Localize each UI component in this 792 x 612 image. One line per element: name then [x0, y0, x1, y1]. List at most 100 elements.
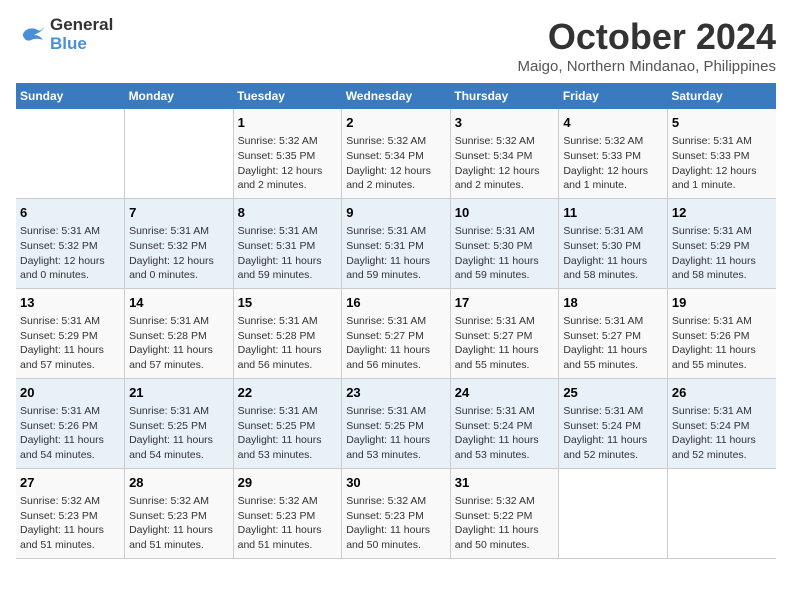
day-number: 13: [20, 294, 120, 312]
day-info: Sunrise: 5:31 AMSunset: 5:28 PMDaylight:…: [129, 314, 229, 373]
day-info: Sunrise: 5:31 AMSunset: 5:24 PMDaylight:…: [455, 404, 555, 463]
day-info: Sunrise: 5:31 AMSunset: 5:24 PMDaylight:…: [563, 404, 663, 463]
weekday-header: Monday: [125, 83, 234, 109]
weekday-header: Saturday: [667, 83, 776, 109]
month-title: October 2024: [518, 16, 776, 58]
day-number: 29: [238, 474, 338, 492]
day-info: Sunrise: 5:32 AMSunset: 5:23 PMDaylight:…: [238, 494, 338, 553]
calendar-cell: [667, 468, 776, 558]
calendar-cell: 5 Sunrise: 5:31 AMSunset: 5:33 PMDaylight…: [667, 109, 776, 198]
calendar-week-row: 1Sunrise: 5:32 AMSunset: 5:35 PMDaylight…: [16, 109, 776, 198]
calendar-cell: [16, 109, 125, 198]
day-info: Sunrise: 5:31 AMSunset: 5:32 PMDaylight:…: [129, 224, 229, 283]
day-number: 16: [346, 294, 446, 312]
day-info: Sunrise: 5:32 AMSunset: 5:22 PMDaylight:…: [455, 494, 555, 553]
calendar-week-row: 20 Sunrise: 5:31 AMSunset: 5:26 PMDayligh…: [16, 378, 776, 468]
calendar-cell: 14Sunrise: 5:31 AMSunset: 5:28 PMDayligh…: [125, 288, 234, 378]
weekday-header: Friday: [559, 83, 668, 109]
day-info: Sunrise: 5:32 AMSunset: 5:23 PMDaylight:…: [346, 494, 446, 553]
logo-bird-icon: [16, 20, 46, 50]
day-number: 30: [346, 474, 446, 492]
day-info: Sunrise: 5:31 AMSunset: 5:33 PMDaylight:…: [672, 134, 772, 193]
calendar-cell: 23Sunrise: 5:31 AMSunset: 5:25 PMDayligh…: [342, 378, 451, 468]
calendar-cell: 21 Sunrise: 5:31 AMSunset: 5:25 PMDayligh…: [125, 378, 234, 468]
day-number: 3: [455, 114, 555, 132]
day-info: Sunrise: 5:31 AMSunset: 5:25 PMDaylight:…: [238, 404, 338, 463]
day-number: 27: [20, 474, 120, 492]
day-number: 6: [20, 204, 120, 222]
day-number: 24: [455, 384, 555, 402]
calendar-cell: 8Sunrise: 5:31 AMSunset: 5:31 PMDaylight…: [233, 198, 342, 288]
day-number: 21: [129, 384, 229, 402]
day-info: Sunrise: 5:31 AMSunset: 5:25 PMDaylight:…: [129, 404, 229, 463]
day-number: 22: [238, 384, 338, 402]
weekday-header: Wednesday: [342, 83, 451, 109]
day-info: Sunrise: 5:32 AMSunset: 5:23 PMDaylight:…: [129, 494, 229, 553]
day-number: 20: [20, 384, 120, 402]
day-info: Sunrise: 5:31 AMSunset: 5:26 PMDaylight:…: [672, 314, 772, 373]
calendar-cell: 1Sunrise: 5:32 AMSunset: 5:35 PMDaylight…: [233, 109, 342, 198]
weekday-header: Sunday: [16, 83, 125, 109]
day-info: Sunrise: 5:31 AMSunset: 5:27 PMDaylight:…: [563, 314, 663, 373]
calendar-cell: 24 Sunrise: 5:31 AMSunset: 5:24 PMDayligh…: [450, 378, 559, 468]
day-number: 2: [346, 114, 446, 132]
title-block: October 2024 Maigo, Northern Mindanao, P…: [518, 16, 776, 75]
day-info: Sunrise: 5:31 AMSunset: 5:25 PMDaylight:…: [346, 404, 446, 463]
calendar-cell: 25 Sunrise: 5:31 AMSunset: 5:24 PMDayligh…: [559, 378, 668, 468]
day-info: Sunrise: 5:32 AMSunset: 5:34 PMDaylight:…: [455, 134, 555, 193]
calendar-cell: 15Sunrise: 5:31 AMSunset: 5:28 PMDayligh…: [233, 288, 342, 378]
day-info: Sunrise: 5:31 AMSunset: 5:30 PMDaylight:…: [455, 224, 555, 283]
day-info: Sunrise: 5:31 AMSunset: 5:32 PMDaylight:…: [20, 224, 120, 283]
weekday-header: Tuesday: [233, 83, 342, 109]
logo-general: General: [50, 16, 113, 35]
calendar-cell: 22 Sunrise: 5:31 AMSunset: 5:25 PMDayligh…: [233, 378, 342, 468]
calendar-cell: 28 Sunrise: 5:32 AMSunset: 5:23 PMDayligh…: [125, 468, 234, 558]
day-number: 18: [563, 294, 663, 312]
day-info: Sunrise: 5:31 AMSunset: 5:27 PMDaylight:…: [346, 314, 446, 373]
day-number: 10: [455, 204, 555, 222]
calendar-cell: 12Sunrise: 5:31 AMSunset: 5:29 PMDayligh…: [667, 198, 776, 288]
day-number: 7: [129, 204, 229, 222]
calendar-week-row: 6 Sunrise: 5:31 AMSunset: 5:32 PMDaylight…: [16, 198, 776, 288]
calendar-cell: 6 Sunrise: 5:31 AMSunset: 5:32 PMDaylight…: [16, 198, 125, 288]
day-info: Sunrise: 5:31 AMSunset: 5:27 PMDaylight:…: [455, 314, 555, 373]
calendar-cell: 30 Sunrise: 5:32 AMSunset: 5:23 PMDayligh…: [342, 468, 451, 558]
calendar-cell: 11 Sunrise: 5:31 AMSunset: 5:30 PMDayligh…: [559, 198, 668, 288]
calendar-cell: 9 Sunrise: 5:31 AMSunset: 5:31 PMDaylight…: [342, 198, 451, 288]
calendar-cell: 7 Sunrise: 5:31 AMSunset: 5:32 PMDaylight…: [125, 198, 234, 288]
day-number: 5: [672, 114, 772, 132]
day-number: 1: [238, 114, 338, 132]
location-subtitle: Maigo, Northern Mindanao, Philippines: [518, 58, 776, 75]
calendar-cell: 2 Sunrise: 5:32 AMSunset: 5:34 PMDaylight…: [342, 109, 451, 198]
day-number: 26: [672, 384, 772, 402]
weekday-header: Thursday: [450, 83, 559, 109]
calendar-week-row: 27 Sunrise: 5:32 AMSunset: 5:23 PMDayligh…: [16, 468, 776, 558]
calendar-cell: 20 Sunrise: 5:31 AMSunset: 5:26 PMDayligh…: [16, 378, 125, 468]
day-info: Sunrise: 5:32 AMSunset: 5:33 PMDaylight:…: [563, 134, 663, 193]
day-info: Sunrise: 5:31 AMSunset: 5:26 PMDaylight:…: [20, 404, 120, 463]
calendar-cell: 16 Sunrise: 5:31 AMSunset: 5:27 PMDayligh…: [342, 288, 451, 378]
day-number: 4: [563, 114, 663, 132]
day-number: 17: [455, 294, 555, 312]
day-info: Sunrise: 5:31 AMSunset: 5:28 PMDaylight:…: [238, 314, 338, 373]
day-number: 19: [672, 294, 772, 312]
calendar-cell: 17 Sunrise: 5:31 AMSunset: 5:27 PMDayligh…: [450, 288, 559, 378]
calendar-cell: 29 Sunrise: 5:32 AMSunset: 5:23 PMDayligh…: [233, 468, 342, 558]
page-header: General Blue October 2024 Maigo, Norther…: [16, 16, 776, 75]
day-info: Sunrise: 5:31 AMSunset: 5:29 PMDaylight:…: [20, 314, 120, 373]
day-number: 31: [455, 474, 555, 492]
calendar-cell: 27Sunrise: 5:32 AMSunset: 5:23 PMDayligh…: [16, 468, 125, 558]
calendar-header: SundayMondayTuesdayWednesdayThursdayFrid…: [16, 83, 776, 109]
calendar-cell: 26 Sunrise: 5:31 AMSunset: 5:24 PMDayligh…: [667, 378, 776, 468]
day-number: 9: [346, 204, 446, 222]
day-number: 28: [129, 474, 229, 492]
day-info: Sunrise: 5:31 AMSunset: 5:31 PMDaylight:…: [346, 224, 446, 283]
day-info: Sunrise: 5:31 AMSunset: 5:30 PMDaylight:…: [563, 224, 663, 283]
logo-blue: Blue: [50, 35, 113, 54]
calendar-cell: [559, 468, 668, 558]
day-number: 11: [563, 204, 663, 222]
day-number: 25: [563, 384, 663, 402]
day-info: Sunrise: 5:31 AMSunset: 5:24 PMDaylight:…: [672, 404, 772, 463]
day-number: 8: [238, 204, 338, 222]
day-info: Sunrise: 5:32 AMSunset: 5:34 PMDaylight:…: [346, 134, 446, 193]
